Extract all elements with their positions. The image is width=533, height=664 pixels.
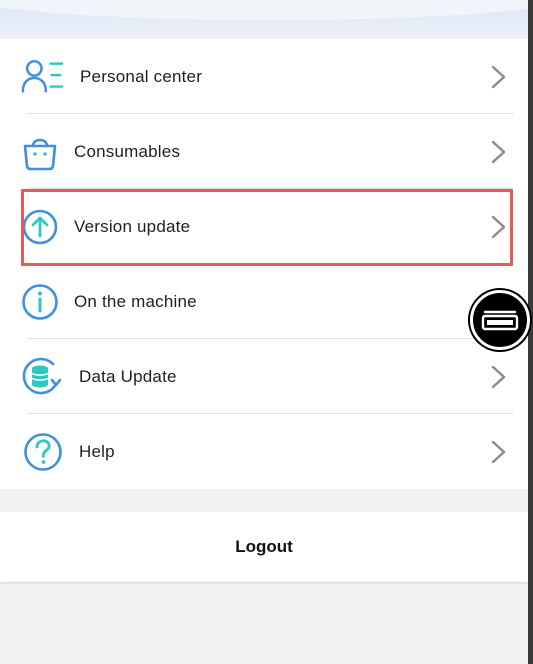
menu-item-label: Version update xyxy=(74,216,191,236)
chevron-right-icon xyxy=(491,140,506,163)
chevron-right-icon xyxy=(491,65,506,88)
database-refresh-icon xyxy=(19,355,63,399)
menu-item-data-update[interactable]: Data Update xyxy=(0,339,528,414)
menu-item-label: Data Update xyxy=(79,366,177,386)
arrow-up-circle-icon xyxy=(18,205,62,249)
info-circle-icon xyxy=(18,280,62,324)
window-edge xyxy=(528,0,533,664)
basket-icon xyxy=(18,130,62,174)
chevron-right-icon xyxy=(491,365,506,388)
screenshot-tray-icon xyxy=(481,310,519,331)
menu-item-label: On the machine xyxy=(74,291,197,311)
logout-label: Logout xyxy=(235,537,293,556)
menu-item-label: Consumables xyxy=(74,141,181,161)
menu-item-version-update[interactable]: Version update xyxy=(0,189,528,264)
menu-item-on-the-machine[interactable]: On the machine xyxy=(0,264,528,339)
question-circle-icon xyxy=(21,430,65,474)
settings-menu: Personal center Consumables Version upda… xyxy=(0,39,528,489)
menu-item-personal-center[interactable]: Personal center xyxy=(0,39,528,114)
section-gap xyxy=(0,490,528,512)
chevron-right-icon xyxy=(491,440,506,463)
banner-wave xyxy=(0,0,528,20)
menu-item-help[interactable]: Help xyxy=(0,414,528,489)
chevron-right-icon xyxy=(491,215,506,238)
person-list-icon xyxy=(20,55,64,99)
menu-item-label: Personal center xyxy=(80,66,203,86)
header-banner xyxy=(0,0,528,39)
logout-button[interactable]: Logout xyxy=(0,512,528,582)
menu-item-label: Help xyxy=(79,441,115,461)
menu-item-consumables[interactable]: Consumables xyxy=(0,114,528,189)
floating-assist-button[interactable] xyxy=(470,290,530,350)
